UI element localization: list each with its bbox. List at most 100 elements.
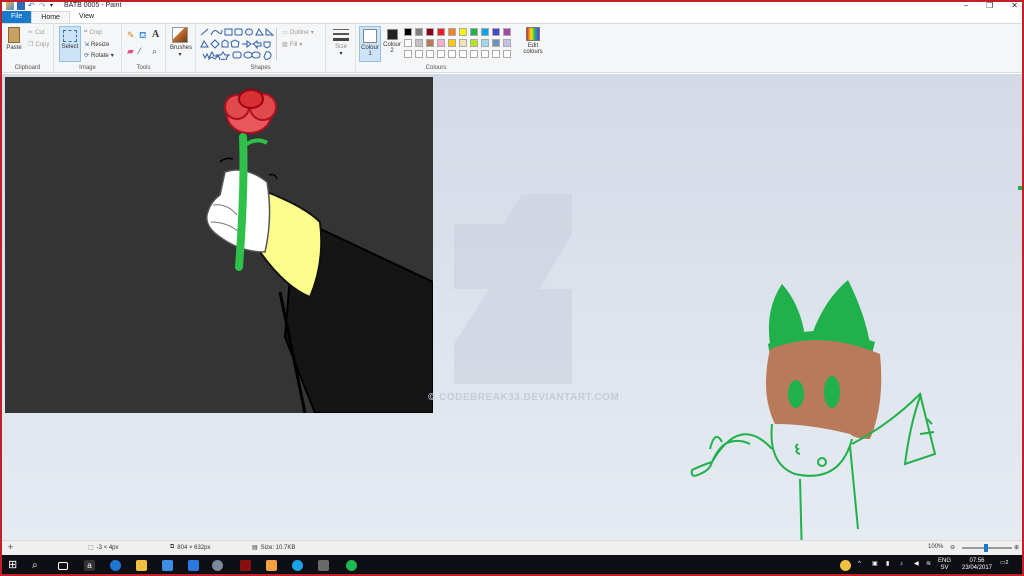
palette-colour-swatch[interactable] — [415, 39, 423, 47]
quick-access-toolbar: ↶ ↷ ▾ — [0, 1, 58, 10]
fill-bucket-icon[interactable]: ⛾ — [139, 30, 146, 42]
palette-colour-swatch[interactable] — [426, 39, 434, 47]
crop-icon: ⌗ — [84, 29, 88, 35]
zoom-slider-thumb[interactable] — [984, 544, 988, 552]
edit-colours-button[interactable]: Edit colours — [522, 27, 544, 55]
spotify-icon[interactable] — [346, 560, 357, 571]
search-icon[interactable]: ⌕ — [32, 560, 43, 571]
tab-file[interactable]: File — [2, 11, 32, 23]
skype-icon[interactable] — [292, 560, 303, 571]
eraser-icon[interactable]: ▰ — [127, 46, 134, 57]
palette-colour-swatch[interactable] — [481, 50, 489, 58]
palette-colour-swatch[interactable] — [459, 28, 467, 36]
tab-view[interactable]: View — [70, 11, 103, 23]
palette-colour-swatch[interactable] — [415, 50, 423, 58]
palette-colour-swatch[interactable] — [437, 39, 445, 47]
colour2-button[interactable]: Colour 2 — [382, 27, 402, 54]
volume-icon[interactable]: ◀ — [914, 561, 919, 568]
power-icon[interactable]: ▮ — [886, 561, 889, 568]
shapes-gallery[interactable] — [200, 28, 274, 60]
chrome-icon[interactable] — [212, 560, 223, 571]
app-icon[interactable] — [318, 560, 329, 571]
palette-colour-swatch[interactable] — [415, 28, 423, 36]
file-explorer-icon[interactable] — [136, 560, 147, 571]
palette-colour-swatch[interactable] — [492, 39, 500, 47]
store-icon[interactable] — [162, 560, 173, 571]
ribbon: Paste ✂ Cut ❐ Copy Clipboard Select ⌗ Crop … — [2, 23, 1022, 73]
palette-colour-swatch[interactable] — [448, 39, 456, 47]
clipboard-group: Paste ✂ Cut ❐ Copy Clipboard — [2, 24, 54, 73]
language-indicator[interactable]: ENG SV — [938, 558, 951, 572]
save-icon[interactable] — [17, 1, 25, 10]
chevron-down-icon: ▾ — [339, 51, 343, 57]
customize-toolbar-icon[interactable]: ▾ — [50, 2, 58, 10]
palette-colour-swatch[interactable] — [492, 28, 500, 36]
file-size: ▤ Size: 10.7KB — [252, 544, 296, 552]
help-icon[interactable] — [840, 560, 851, 571]
palette-colour-swatch[interactable] — [459, 39, 467, 47]
palette-colour-swatch[interactable] — [426, 28, 434, 36]
redo-icon[interactable]: ↷ — [39, 1, 47, 10]
color-picker-icon[interactable]: ⁄ — [139, 46, 141, 56]
palette-colour-swatch[interactable] — [437, 50, 445, 58]
brushes-button[interactable]: Brushes ▾ — [170, 27, 192, 58]
text-tool-icon[interactable]: A — [152, 29, 159, 40]
drawing-canvas[interactable] — [5, 77, 433, 413]
size-button[interactable]: Size ▾ — [331, 27, 351, 57]
close-button[interactable]: ✕ — [1011, 0, 1018, 11]
resize-button[interactable]: ⇲ Resize — [84, 41, 109, 49]
zoom-out-button[interactable]: ⊖ — [950, 544, 955, 551]
minimize-button[interactable]: – — [964, 0, 968, 11]
pencil-icon[interactable]: ✎ — [127, 30, 135, 41]
select-button[interactable]: Select — [59, 26, 81, 62]
paint-taskbar-icon[interactable] — [266, 560, 277, 571]
clock[interactable]: 07:56 23/04/2017 — [960, 558, 994, 572]
palette-colour-swatch[interactable] — [404, 50, 412, 58]
flash-icon[interactable] — [240, 560, 251, 571]
rainbow-palette-icon — [526, 27, 540, 41]
cut-button[interactable]: ✂ Cut — [28, 29, 44, 37]
palette-colour-swatch[interactable] — [404, 28, 412, 36]
task-view-icon[interactable] — [58, 562, 68, 570]
outline-button[interactable]: ▭ Outline ▾ — [282, 29, 314, 37]
palette-colour-swatch[interactable] — [459, 50, 467, 58]
palette-colour-swatch[interactable] — [470, 39, 478, 47]
palette-colour-swatch[interactable] — [492, 50, 500, 58]
palette-colour-swatch[interactable] — [448, 28, 456, 36]
notifications-button[interactable]: ▭2 — [1000, 560, 1008, 567]
tab-home[interactable]: Home — [31, 11, 70, 23]
shapes-scrollbar[interactable] — [276, 28, 278, 60]
palette-colour-swatch[interactable] — [470, 50, 478, 58]
palette-colour-swatch[interactable] — [503, 39, 511, 47]
crop-button[interactable]: ⌗ Crop — [84, 29, 102, 36]
palette-colour-swatch[interactable] — [426, 50, 434, 58]
palette-colour-swatch[interactable] — [470, 28, 478, 36]
edge-browser-icon[interactable] — [110, 560, 121, 571]
colour1-button[interactable]: Colour 1 — [359, 26, 381, 62]
palette-colour-swatch[interactable] — [481, 39, 489, 47]
copy-button[interactable]: ❐ Copy — [28, 41, 49, 49]
magnifier-icon[interactable]: ⌕ — [152, 46, 157, 57]
windows-start-icon[interactable]: ⊞ — [8, 560, 19, 571]
rotate-button[interactable]: ⟳ Rotate ▾ — [84, 52, 114, 60]
undo-icon[interactable]: ↶ — [28, 1, 36, 10]
wifi-icon[interactable]: ≋ — [926, 561, 931, 568]
disk-icon: ▤ — [252, 545, 258, 551]
palette-colour-swatch[interactable] — [437, 28, 445, 36]
palette-colour-swatch[interactable] — [448, 50, 456, 58]
mic-icon[interactable]: ♪ — [900, 561, 903, 568]
maximize-button[interactable]: ❐ — [986, 0, 993, 11]
dropbox-icon[interactable] — [188, 560, 199, 571]
selection-size: ⬚ -3 × 4px — [88, 544, 119, 552]
zoom-slider[interactable] — [962, 544, 1012, 552]
zoom-in-button[interactable]: ⊕ — [1014, 544, 1019, 551]
network-icon[interactable]: ▣ — [872, 561, 878, 568]
chevron-up-icon[interactable]: ^ — [858, 561, 861, 568]
palette-colour-swatch[interactable] — [503, 28, 511, 36]
paste-button[interactable]: Paste — [4, 27, 24, 51]
palette-colour-swatch[interactable] — [503, 50, 511, 58]
palette-colour-swatch[interactable] — [404, 39, 412, 47]
amazon-icon[interactable]: a — [84, 560, 95, 571]
fill-button[interactable]: ▨ Fill ▾ — [282, 41, 302, 49]
palette-colour-swatch[interactable] — [481, 28, 489, 36]
